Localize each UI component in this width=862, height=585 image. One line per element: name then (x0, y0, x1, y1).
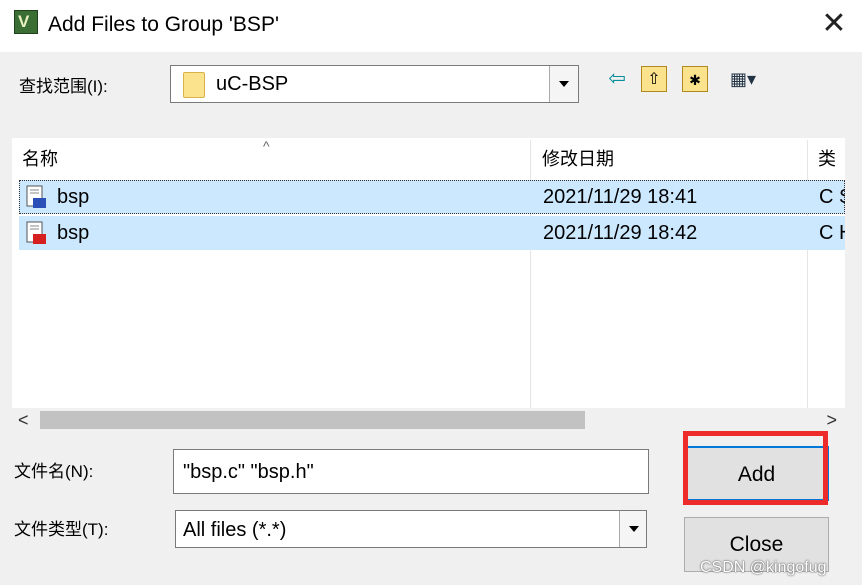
scrollbar-thumb[interactable] (40, 411, 585, 429)
file-list[interactable] (12, 138, 845, 408)
c-header-file-icon (26, 221, 46, 244)
look-in-dropdown[interactable]: uC-BSP (170, 65, 579, 103)
column-header-date[interactable]: 修改日期 (542, 140, 614, 178)
app-icon: V (14, 10, 38, 34)
file-row[interactable]: bsp 2021/11/29 18:42 C H (19, 216, 845, 250)
file-date: 2021/11/29 18:41 (543, 186, 698, 208)
chevron-down-icon[interactable] (549, 66, 578, 102)
folder-icon (183, 72, 205, 98)
close-window-button[interactable]: ✕ (819, 9, 849, 40)
up-folder-icon[interactable]: ⇧ (641, 66, 667, 92)
look-in-label: 查找范围(I): (19, 77, 108, 96)
file-type-dropdown[interactable]: All files (*.*) (175, 510, 647, 548)
window-title: Add Files to Group 'BSP' (48, 13, 279, 36)
file-date: 2021/11/29 18:42 (543, 222, 698, 244)
chevron-down-icon[interactable] (619, 511, 646, 547)
highlight-annotation-box (683, 431, 828, 505)
file-name-input[interactable]: "bsp.c" "bsp.h" (173, 449, 649, 494)
column-header-type[interactable]: 类 (818, 140, 845, 178)
look-in-value: uC-BSP (216, 73, 289, 95)
new-folder-icon[interactable]: ✱ (682, 66, 708, 92)
file-type: C H (819, 222, 845, 244)
file-type: C S (819, 186, 845, 208)
scroll-right-icon[interactable]: > (826, 408, 837, 432)
column-header-name[interactable]: 名称 (22, 140, 58, 178)
file-name: bsp (57, 222, 90, 244)
c-source-file-icon (26, 185, 46, 208)
file-name-label: 文件名(N): (14, 462, 94, 481)
file-name: bsp (57, 186, 90, 208)
file-type-value: All files (*.*) (183, 519, 287, 541)
file-type-label: 文件类型(T): (14, 520, 109, 539)
scroll-left-icon[interactable]: < (18, 408, 29, 432)
sort-indicator-icon: ^ (263, 138, 270, 154)
watermark: CSDN @kingofug (700, 559, 827, 576)
horizontal-scrollbar[interactable]: < > (12, 408, 845, 432)
file-row[interactable]: bsp 2021/11/29 18:41 C S (19, 180, 845, 214)
view-menu-icon[interactable]: ▦▾ (720, 66, 766, 92)
back-arrow-icon[interactable]: ⇦ (604, 66, 630, 92)
